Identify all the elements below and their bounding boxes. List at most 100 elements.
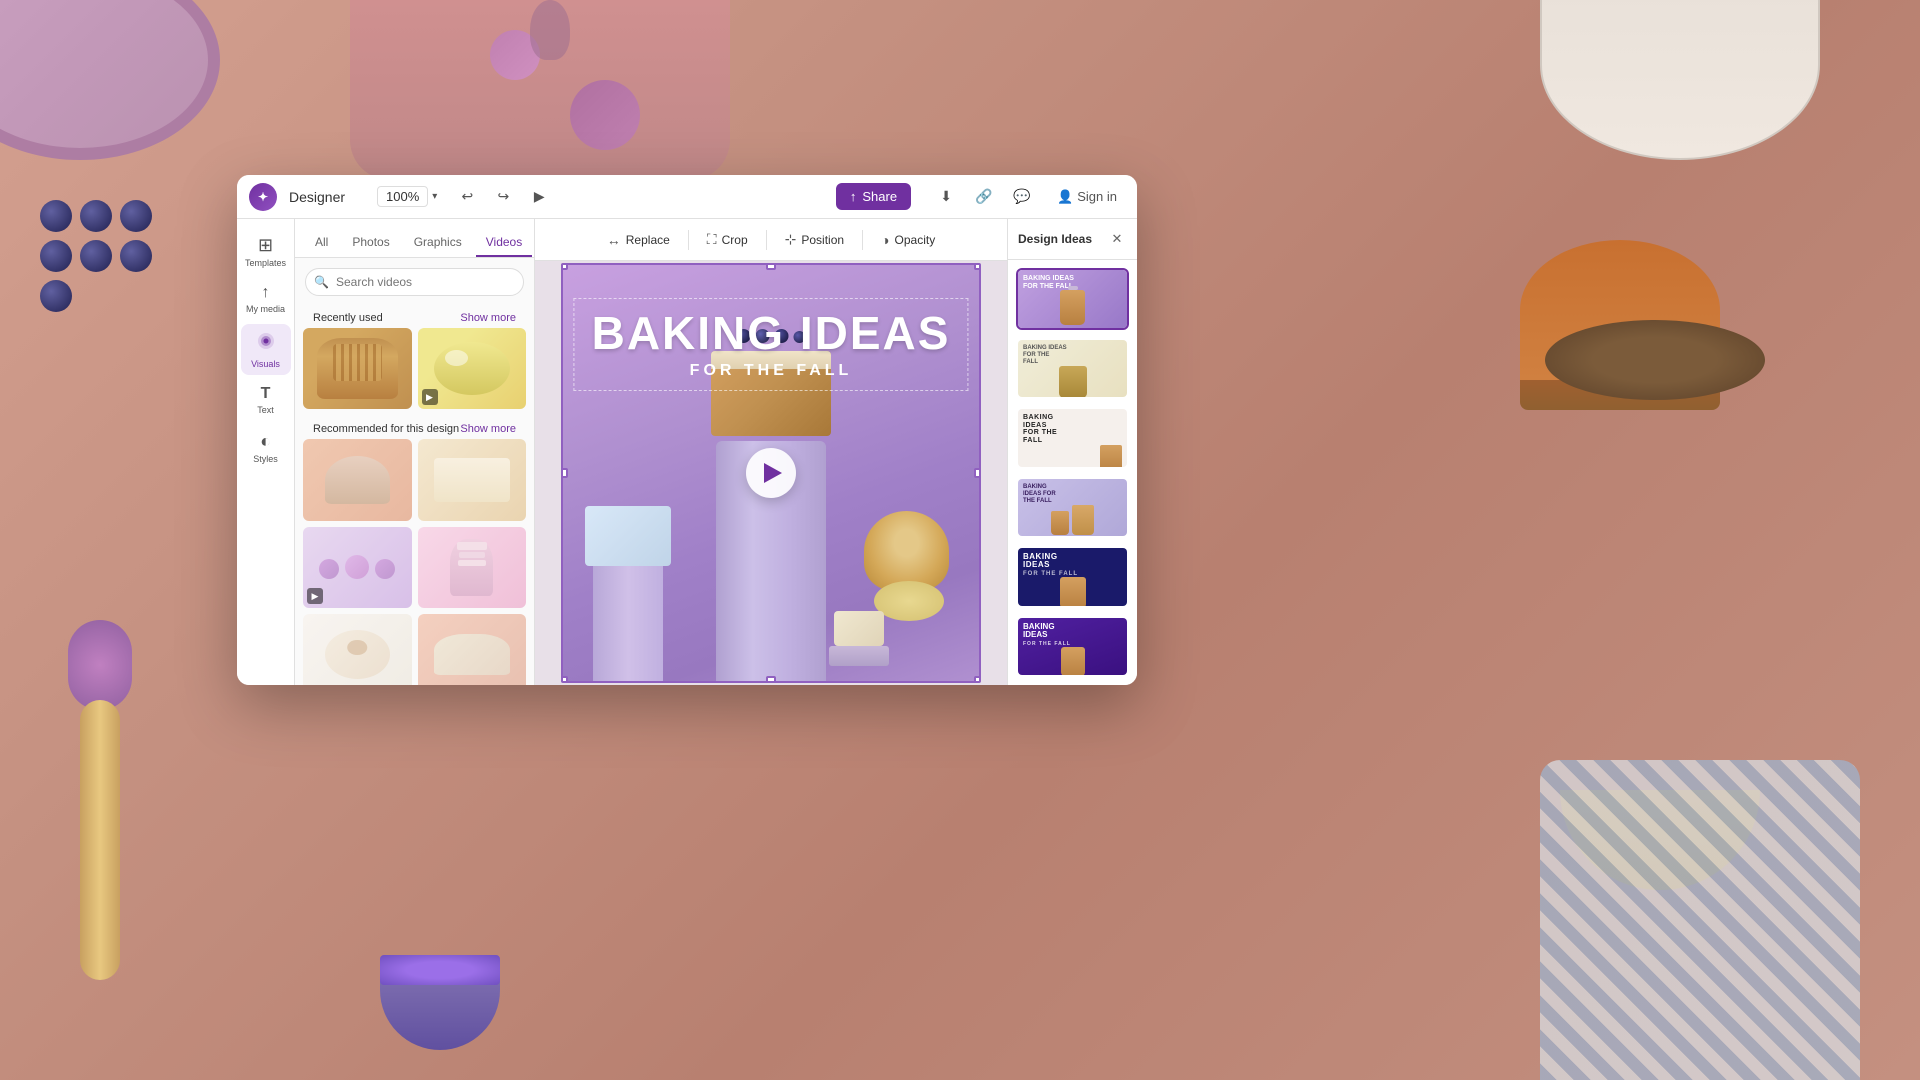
- user-icon: 👤: [1057, 189, 1073, 205]
- handle-middle-left[interactable]: [561, 468, 568, 478]
- comment-button[interactable]: 💬: [1007, 182, 1037, 212]
- search-input[interactable]: [305, 268, 524, 296]
- bg-roller-top: [68, 620, 132, 710]
- bg-plate-decoration: [0, 0, 220, 160]
- handle-bottom-center[interactable]: [766, 676, 776, 683]
- present-button[interactable]: ▶: [525, 183, 553, 211]
- media-thumb-rec-1[interactable]: [303, 439, 412, 520]
- sidebar-label-my-media: My media: [246, 304, 285, 314]
- design-idea-6[interactable]: BAKINGIDEAS FOR THE FALL: [1016, 616, 1129, 678]
- opacity-button[interactable]: ◑ Opacity: [871, 227, 945, 253]
- media-thumb-rec-3[interactable]: ▶: [303, 527, 412, 608]
- media-thumb-rec-2[interactable]: [418, 439, 527, 520]
- bg-blueberries: [40, 200, 160, 312]
- play-button[interactable]: [746, 448, 796, 498]
- show-more-recommended[interactable]: Show more: [460, 423, 516, 435]
- handle-bottom-left[interactable]: [561, 676, 568, 683]
- handle-top-center[interactable]: [766, 263, 776, 270]
- sidebar-label-visuals: Visuals: [251, 359, 280, 369]
- design-idea-1[interactable]: BAKING IDEASFOR THE FALL: [1016, 268, 1129, 330]
- left-cake-item: [585, 506, 671, 566]
- recommended-header: Recommended for this design Show more: [303, 417, 526, 439]
- tab-videos[interactable]: Videos: [476, 229, 532, 257]
- design-idea-4[interactable]: Bakingideas forthe fall: [1016, 477, 1129, 539]
- recommended-label: Recommended for this design: [313, 423, 459, 435]
- media-thumb-rec-5[interactable]: [303, 614, 412, 685]
- sidebar-item-text[interactable]: T Text: [241, 379, 291, 421]
- handle-top-right[interactable]: [974, 263, 981, 270]
- show-more-recently-used[interactable]: Show more: [460, 312, 516, 324]
- sidebar-item-templates[interactable]: ⊞ Templates: [241, 229, 291, 274]
- bg-rolling-pin: [80, 700, 120, 980]
- video-badge-3: ▶: [307, 588, 323, 604]
- tab-photos[interactable]: Photos: [342, 229, 399, 257]
- media-thumb-rec-6[interactable]: [418, 614, 527, 685]
- design-ideas-title: Design Ideas: [1018, 232, 1092, 246]
- bg-purple-bowl: [380, 970, 500, 1050]
- search-box: 🔍: [305, 268, 524, 296]
- bg-circle-deco2: [570, 80, 640, 150]
- separator-2: [766, 230, 767, 250]
- bg-white-plate: [1540, 0, 1820, 160]
- app-window: ✦ Designer 100% ▾ ↩ ↪ ▶ ↑ Share ⬇ 🔗 💬 👤: [237, 175, 1137, 685]
- tab-graphics[interactable]: Graphics: [404, 229, 472, 257]
- opacity-icon: ◑: [881, 232, 889, 248]
- media-thumb-rec-4[interactable]: [418, 527, 527, 608]
- crop-button[interactable]: ⛶ Crop: [697, 226, 758, 253]
- undo-button[interactable]: ↩: [453, 183, 481, 211]
- link-button[interactable]: 🔗: [969, 182, 999, 212]
- play-triangle-icon: [764, 463, 782, 483]
- my-media-icon: ↑: [262, 284, 270, 302]
- app-logo: ✦: [249, 183, 277, 211]
- download-button[interactable]: ⬇: [931, 182, 961, 212]
- design-ideas-header: Design Ideas ✕: [1008, 219, 1137, 260]
- redo-button[interactable]: ↪: [489, 183, 517, 211]
- share-button[interactable]: ↑ Share: [836, 183, 911, 210]
- design-canvas[interactable]: BAKING IDEAS FOR THE FALL: [561, 263, 981, 683]
- replace-icon: ↔: [607, 232, 621, 248]
- position-button[interactable]: ⊹ Position: [775, 226, 854, 253]
- recently-used-label: Recently used: [313, 312, 383, 324]
- replace-button[interactable]: ↔ Replace: [597, 227, 680, 253]
- title-bar: ✦ Designer 100% ▾ ↩ ↪ ▶ ↑ Share ⬇ 🔗 💬 👤: [237, 175, 1137, 219]
- tab-all[interactable]: All: [305, 229, 338, 257]
- mini-cake-area: [829, 611, 889, 661]
- right-bread-area: [864, 511, 964, 621]
- styles-icon: ◐: [260, 431, 271, 452]
- recommended-grid: ▶: [303, 439, 526, 685]
- media-scroll: Recently used Show more: [295, 306, 534, 685]
- recently-used-thumb-2[interactable]: ▶: [418, 328, 527, 409]
- handle-bottom-right[interactable]: [974, 676, 981, 683]
- visuals-icon: [255, 330, 277, 357]
- design-idea-3[interactable]: BAKINGIDEASFOR THEFALL: [1016, 407, 1129, 469]
- media-tabs: All Photos Graphics Videos: [295, 219, 534, 258]
- sidebar-item-visuals[interactable]: Visuals: [241, 324, 291, 375]
- sidebar-item-styles[interactable]: ◐ Styles: [241, 425, 291, 470]
- ideas-scroll: BAKING IDEASFOR THE FALL BAKING IDEASFOR…: [1008, 260, 1137, 685]
- canvas-main-title: BAKING IDEAS: [582, 309, 959, 357]
- sign-in-button[interactable]: 👤 Sign in: [1049, 185, 1125, 209]
- main-content: ⊞ Templates ↑ My media Visuals T: [237, 219, 1137, 685]
- recently-used-thumb-1[interactable]: [303, 328, 412, 409]
- handle-top-left[interactable]: [561, 263, 568, 270]
- separator-3: [862, 230, 863, 250]
- app-title: Designer: [289, 189, 345, 205]
- design-idea-2[interactable]: BAKING IDEASFOR THEFALL: [1016, 338, 1129, 400]
- close-design-ideas-button[interactable]: ✕: [1107, 229, 1127, 249]
- media-panel: All Photos Graphics Videos 🔍 Recently us…: [295, 219, 535, 685]
- position-icon: ⊹: [785, 231, 797, 248]
- left-pedestal: [593, 561, 663, 681]
- bg-shape-deco: [530, 0, 570, 60]
- share-icon: ↑: [850, 189, 857, 204]
- canvas-text-block[interactable]: BAKING IDEAS FOR THE FALL: [573, 298, 968, 390]
- design-idea-5[interactable]: BAKINGIDEAS FOR THE FALL: [1016, 546, 1129, 608]
- recently-used-grid: ▶: [303, 328, 526, 409]
- handle-middle-right[interactable]: [974, 468, 981, 478]
- sidebar: ⊞ Templates ↑ My media Visuals T: [237, 219, 295, 685]
- sidebar-item-my-media[interactable]: ↑ My media: [241, 278, 291, 320]
- separator-1: [688, 230, 689, 250]
- canvas-viewport: BAKING IDEAS FOR THE FALL: [535, 261, 1007, 685]
- canvas-area: ↔ Replace ⛶ Crop ⊹ Position ◑ Opacity: [535, 219, 1007, 685]
- zoom-control[interactable]: 100% ▾: [377, 186, 437, 207]
- zoom-value[interactable]: 100%: [377, 186, 428, 207]
